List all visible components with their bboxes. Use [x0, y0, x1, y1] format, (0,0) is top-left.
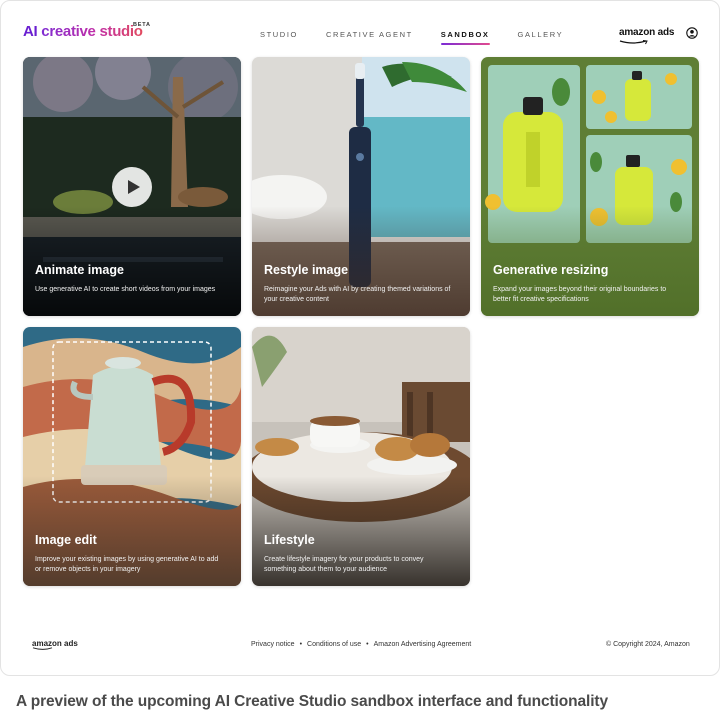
card-title: Lifestyle [264, 533, 315, 547]
separator: • [299, 641, 303, 648]
app-logo[interactable]: AI creative studio [23, 23, 143, 40]
card-description: Reimagine your Ads with AI by creating t… [264, 286, 451, 303]
conditions-of-use-link[interactable]: Conditions of use [307, 641, 361, 648]
amazon-smile-icon [619, 40, 648, 45]
main-nav: STUDIO CREATIVE AGENT SANDBOX GALLERY [260, 30, 591, 45]
privacy-notice-link[interactable]: Privacy notice [251, 641, 295, 648]
card-description: Expand your images beyond their original… [493, 286, 667, 303]
card-generative-resizing[interactable]: Generative resizing Expand your images b… [481, 57, 699, 316]
nav-studio[interactable]: STUDIO [260, 30, 298, 39]
advertising-agreement-link[interactable]: Amazon Advertising Agreement [374, 641, 472, 648]
card-restyle-image[interactable]: Restyle image Reimagine your Ads with AI… [252, 57, 470, 316]
nav-sandbox[interactable]: SANDBOX [440, 30, 490, 45]
footer-links: Privacy notice • Conditions of use • Ama… [251, 641, 471, 648]
card-title: Image edit [35, 533, 97, 547]
nav-gallery[interactable]: GALLERY [518, 30, 564, 39]
card-description: Improve your existing images by using ge… [35, 556, 219, 573]
app-window: AI creative studio BETA STUDIO CREATIVE … [0, 0, 720, 676]
copyright-text: © Copyright 2024, Amazon [606, 641, 690, 648]
card-description: Create lifestyle imagery for your produc… [264, 556, 424, 573]
card-title: Generative resizing [493, 263, 609, 277]
logo-ai-text: AI [23, 23, 38, 40]
top-header: AI creative studio BETA STUDIO CREATIVE … [1, 1, 720, 57]
card-title: Animate image [35, 263, 124, 277]
card-title: Restyle image [264, 263, 349, 277]
logo-name-text: creative studio [37, 23, 143, 40]
image-caption: A preview of the upcoming AI Creative St… [16, 693, 608, 710]
card-description: Use generative AI to create short videos… [35, 286, 216, 293]
amazon-smile-icon [32, 647, 53, 650]
card-animate-image[interactable]: Animate image Use generative AI to creat… [23, 57, 241, 316]
card-image-edit[interactable]: Image edit Improve your existing images … [23, 327, 241, 586]
separator: • [366, 641, 369, 648]
play-icon[interactable] [112, 167, 152, 207]
nav-creative-agent[interactable]: CREATIVE AGENT [326, 30, 413, 39]
card-gradient [23, 206, 241, 316]
beta-badge: BETA [133, 22, 151, 28]
amazon-ads-logo[interactable]: amazon ads [619, 27, 674, 38]
user-account-icon[interactable] [686, 27, 698, 39]
card-lifestyle[interactable]: Lifestyle Create lifestyle imagery for y… [252, 327, 470, 586]
